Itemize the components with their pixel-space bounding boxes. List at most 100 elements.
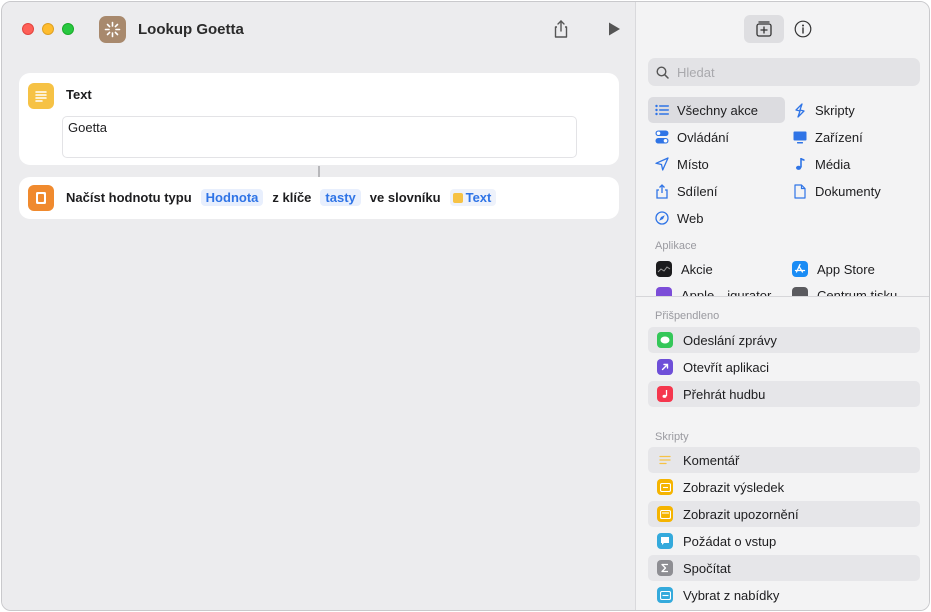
search-input[interactable] xyxy=(677,64,907,80)
category-location[interactable]: Místo xyxy=(648,151,785,177)
text-action-card[interactable]: Text Goetta xyxy=(19,73,619,165)
action-label: Požádat o vstup xyxy=(683,533,777,549)
search-icon xyxy=(656,65,669,79)
info-tab-button[interactable] xyxy=(794,20,812,38)
category-scripts[interactable]: Skripty xyxy=(786,97,920,123)
action-list: Přišpendleno Odeslání zprávy Otevřít apl… xyxy=(636,296,929,610)
message-bubble-icon xyxy=(657,332,673,348)
info-icon xyxy=(794,20,812,38)
action-comment[interactable]: Komentář xyxy=(648,447,920,473)
category-media[interactable]: Média xyxy=(786,151,920,177)
scripting-icon xyxy=(792,102,808,118)
dictionary-action-icon xyxy=(28,185,54,211)
action-label: Odeslání zprávy xyxy=(683,332,777,348)
category-label: Místo xyxy=(677,156,709,172)
category-label: Všechny akce xyxy=(677,102,758,118)
action-label: Zobrazit výsledek xyxy=(683,479,785,495)
library-tab-button[interactable] xyxy=(744,15,784,43)
comment-lines-icon xyxy=(657,452,673,468)
action-label: Otevřít aplikaci xyxy=(683,359,769,375)
category-documents[interactable]: Dokumenty xyxy=(786,178,920,204)
dictionary-icon xyxy=(36,192,46,204)
share-icon xyxy=(554,20,568,38)
text-variable-icon xyxy=(452,192,463,203)
zoom-button[interactable] xyxy=(62,23,74,35)
share-icon xyxy=(654,183,670,199)
list-icon xyxy=(654,102,670,118)
category-label: Zařízení xyxy=(815,129,863,145)
share-button[interactable] xyxy=(551,19,571,39)
document-icon xyxy=(792,183,808,199)
category-label: Skripty xyxy=(815,102,855,118)
app-stocks[interactable]: Akcie xyxy=(656,261,713,277)
sentence-word: ve slovníku xyxy=(369,190,441,205)
toggle-icon xyxy=(654,129,670,145)
app-label: Centrum tisku xyxy=(817,287,898,297)
search-bar[interactable] xyxy=(648,58,920,86)
value-type-token[interactable]: Hodnota xyxy=(200,189,264,206)
dictionary-variable-token[interactable]: Text xyxy=(449,189,497,206)
music-note-icon xyxy=(792,156,808,172)
action-label: Vybrat z nabídky xyxy=(683,587,780,603)
action-play-music[interactable]: Přehrát hudbu xyxy=(648,381,920,407)
text-action-icon xyxy=(28,83,54,109)
app-print-center[interactable]: Centrum tisku xyxy=(792,287,897,296)
menu-icon xyxy=(657,587,673,603)
get-dictionary-value-card[interactable]: Načíst hodnotu typu Hodnota z klíče tast… xyxy=(19,177,619,219)
sparkle-icon xyxy=(104,21,121,38)
category-label: Média xyxy=(815,156,851,172)
compass-icon xyxy=(654,210,670,226)
category-sharing[interactable]: Sdílení xyxy=(648,178,785,204)
action-calculate[interactable]: Spočítat xyxy=(648,555,920,581)
category-devices[interactable]: Zařízení xyxy=(786,124,920,150)
text-lines-icon xyxy=(35,91,47,102)
action-send-message[interactable]: Odeslání zprávy xyxy=(648,327,920,353)
app-app-store[interactable]: App Store xyxy=(792,261,875,277)
app-label: Akcie xyxy=(681,261,713,277)
display-icon xyxy=(792,129,808,145)
category-label: Web xyxy=(677,210,704,226)
action-label: Komentář xyxy=(683,452,740,468)
sentence-word: Načíst hodnotu typu xyxy=(66,190,192,205)
app-apple-configurator[interactable]: Apple…igurator xyxy=(656,287,771,296)
shortcut-editor: Lookup Goetta Text Goetta Načíst hodnotu… xyxy=(2,2,635,610)
action-choose-from-menu[interactable]: Vybrat z nabídky xyxy=(648,582,920,608)
shortcut-title[interactable]: Lookup Goetta xyxy=(138,21,244,38)
printer-icon xyxy=(792,287,808,296)
close-button[interactable] xyxy=(22,23,34,35)
action-show-result[interactable]: Zobrazit výsledek xyxy=(648,474,920,500)
sentence-word: z klíče xyxy=(272,190,312,205)
run-button[interactable] xyxy=(606,21,622,37)
app-store-icon xyxy=(792,261,808,277)
show-result-icon xyxy=(657,479,673,495)
category-controls[interactable]: Ovládání xyxy=(648,124,785,150)
action-open-app[interactable]: Otevřít aplikaci xyxy=(648,354,920,380)
location-arrow-icon xyxy=(654,156,670,172)
key-token[interactable]: tasty xyxy=(320,189,361,206)
action-ask-for-input[interactable]: Požádat o vstup xyxy=(648,528,920,554)
apps-overflow-row: Apple…igurator Centrum tisku xyxy=(636,285,929,296)
text-action-title: Text xyxy=(66,87,92,102)
category-label: Sdílení xyxy=(677,183,718,199)
action-show-alert[interactable]: Zobrazit upozornění xyxy=(648,501,920,527)
pinned-section-label: Přišpendleno xyxy=(655,310,720,322)
scripts-section-label: Skripty xyxy=(655,431,689,443)
window-controls xyxy=(22,23,74,35)
app-label: App Store xyxy=(817,261,875,277)
shortcut-icon[interactable] xyxy=(99,16,126,43)
category-web[interactable]: Web xyxy=(648,205,785,231)
action-label: Spočítat xyxy=(683,560,731,576)
text-content-field[interactable]: Goetta xyxy=(62,116,577,158)
category-label: Dokumenty xyxy=(815,183,881,199)
category-all-actions[interactable]: Všechny akce xyxy=(648,97,785,123)
open-app-arrow-icon xyxy=(657,359,673,375)
action-label: Přehrát hudbu xyxy=(683,386,766,402)
alert-icon xyxy=(657,506,673,522)
ask-input-icon xyxy=(657,533,673,549)
music-note-icon xyxy=(657,386,673,402)
app-label: Apple…igurator xyxy=(681,287,772,297)
variable-label: Text xyxy=(465,190,492,205)
category-label: Ovládání xyxy=(677,129,730,145)
minimize-button[interactable] xyxy=(42,23,54,35)
action-connector xyxy=(318,166,320,177)
